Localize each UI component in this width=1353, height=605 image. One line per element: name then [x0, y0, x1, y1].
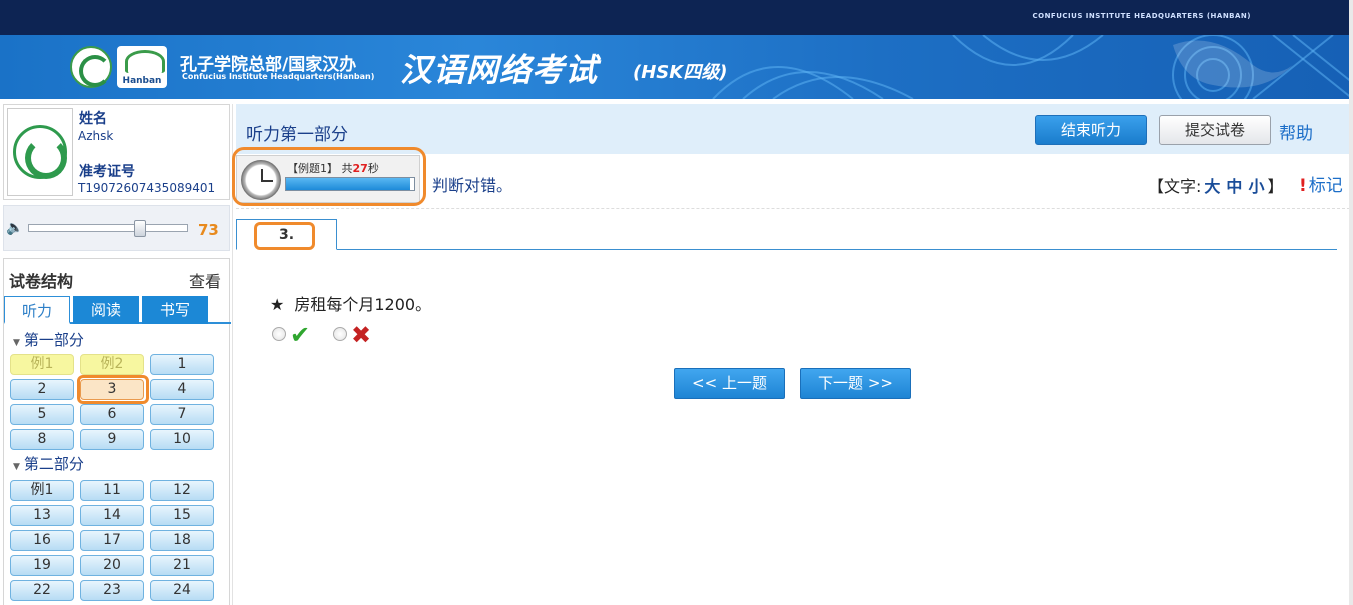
id-label: 准考证号: [79, 164, 135, 180]
option-false-radio[interactable]: [333, 327, 347, 341]
question-button[interactable]: 5: [10, 404, 74, 425]
question-button[interactable]: 16: [10, 530, 74, 551]
speaker-icon[interactable]: 🔈: [6, 220, 23, 236]
timer-highlight-ring: [232, 147, 426, 206]
part-2-label: 第二部分: [23, 455, 84, 473]
question-button[interactable]: 例1: [10, 354, 74, 375]
exam-structure-panel: 试卷结构 查看 听力 阅读 书写 ▼ 第一部分 ▼ 第二部分 例1 例2 1 2 3 4 5 6 7…: [3, 258, 231, 605]
mark-button[interactable]: ! 标记: [1299, 171, 1343, 196]
volume-slider-thumb[interactable]: [134, 220, 147, 237]
help-link[interactable]: 帮助: [1279, 119, 1313, 144]
exam-level: (HSK四级): [633, 62, 728, 83]
question-button[interactable]: 15: [150, 505, 214, 526]
question-button[interactable]: 10: [150, 429, 214, 450]
font-size-small[interactable]: 小: [1248, 177, 1264, 196]
tab-listening[interactable]: 听力: [4, 296, 70, 324]
question-tab-highlight-ring: [254, 222, 315, 250]
font-size-suffix: 】: [1267, 177, 1284, 196]
section-title: 听力第一部分: [246, 125, 348, 145]
name-value: Azhsk: [78, 129, 114, 143]
question-button[interactable]: 7: [150, 404, 214, 425]
question-button[interactable]: 20: [80, 555, 144, 576]
top-bar-text: CONFUCIUS INSTITUTE HEADQUARTERS (HANBAN…: [1032, 12, 1251, 20]
part-1-heading[interactable]: ▼ 第一部分: [13, 329, 84, 350]
question-button[interactable]: 8: [10, 429, 74, 450]
name-label: 姓名: [79, 111, 107, 127]
hanban-logo-text: Hanban: [122, 76, 162, 86]
confucius-emblem-icon: [13, 125, 67, 179]
question-text: 房租每个月1200。: [294, 295, 432, 314]
question-button[interactable]: 12: [150, 480, 214, 501]
question-button[interactable]: 17: [80, 530, 144, 551]
mark-label: 标记: [1308, 176, 1343, 196]
question-button[interactable]: 9: [80, 429, 144, 450]
question-button[interactable]: 23: [80, 580, 144, 601]
question-button[interactable]: 2: [10, 379, 74, 400]
end-listening-button[interactable]: 结束听力: [1035, 115, 1147, 145]
question-button[interactable]: 6: [80, 404, 144, 425]
structure-view-link[interactable]: 查看: [189, 268, 221, 292]
part-2-heading[interactable]: ▼ 第二部分: [13, 453, 84, 474]
question-button[interactable]: 24: [150, 580, 214, 601]
avatar: [7, 108, 73, 196]
candidate-card: 姓名 Azhsk 准考证号 T19072607435089401: [3, 104, 230, 200]
prev-question-button[interactable]: << 上一题: [674, 368, 785, 399]
hanban-logo-icon: Hanban: [117, 46, 167, 88]
question-button[interactable]: 例2: [80, 354, 144, 375]
part-1-label: 第一部分: [23, 331, 84, 349]
question-statement: ★ 房租每个月1200。: [270, 291, 431, 315]
page-scrollbar[interactable]: [1349, 0, 1353, 605]
question-button[interactable]: 19: [10, 555, 74, 576]
star-icon: ★: [270, 295, 285, 314]
banner-decoration-icon: [712, 35, 1353, 99]
exam-title: 汉语网络考试: [400, 51, 599, 89]
structure-title: 试卷结构: [9, 272, 74, 291]
question-button[interactable]: 14: [80, 505, 144, 526]
tab-reading[interactable]: 阅读: [73, 296, 139, 324]
question-button[interactable]: 13: [10, 505, 74, 526]
divider: [236, 208, 1350, 209]
tab-writing[interactable]: 书写: [142, 296, 208, 324]
option-true-radio[interactable]: [272, 327, 286, 341]
font-size-large[interactable]: 大: [1204, 177, 1220, 196]
top-bar: CONFUCIUS INSTITUTE HEADQUARTERS (HANBAN…: [0, 0, 1353, 35]
current-question-highlight-ring: [77, 375, 149, 404]
collapse-triangle-icon: ▼: [13, 338, 20, 348]
section-tabs: 听力 阅读 书写: [4, 296, 231, 324]
volume-value: 73: [198, 221, 219, 239]
font-size-medium[interactable]: 中: [1226, 177, 1242, 196]
confucius-logo-icon: [70, 46, 112, 88]
check-icon[interactable]: ✔: [290, 321, 310, 349]
cross-icon[interactable]: ✖: [351, 321, 371, 349]
next-question-button[interactable]: 下一题 >>: [800, 368, 911, 399]
question-button[interactable]: 22: [10, 580, 74, 601]
collapse-triangle-icon: ▼: [13, 462, 20, 472]
question-button[interactable]: 18: [150, 530, 214, 551]
question-button[interactable]: 21: [150, 555, 214, 576]
font-size-prefix: 【文字:: [1148, 177, 1202, 196]
exclamation-icon: !: [1299, 176, 1307, 196]
question-tab-bar: [236, 249, 1337, 250]
volume-control: 🔈 73: [3, 205, 230, 251]
question-button[interactable]: 11: [80, 480, 144, 501]
submit-exam-button[interactable]: 提交试卷: [1159, 115, 1271, 145]
font-size-selector: 【文字: 大中小】: [1148, 173, 1283, 197]
instruction-text: 判断对错。: [432, 176, 513, 195]
id-value: T19072607435089401: [78, 181, 216, 195]
cih-english-name: Confucius Institute Headquarters(Hanban): [182, 72, 375, 81]
question-button[interactable]: 例1: [10, 480, 74, 501]
volume-slider[interactable]: [28, 220, 188, 237]
question-button[interactable]: 4: [150, 379, 214, 400]
question-button[interactable]: 1: [150, 354, 214, 375]
